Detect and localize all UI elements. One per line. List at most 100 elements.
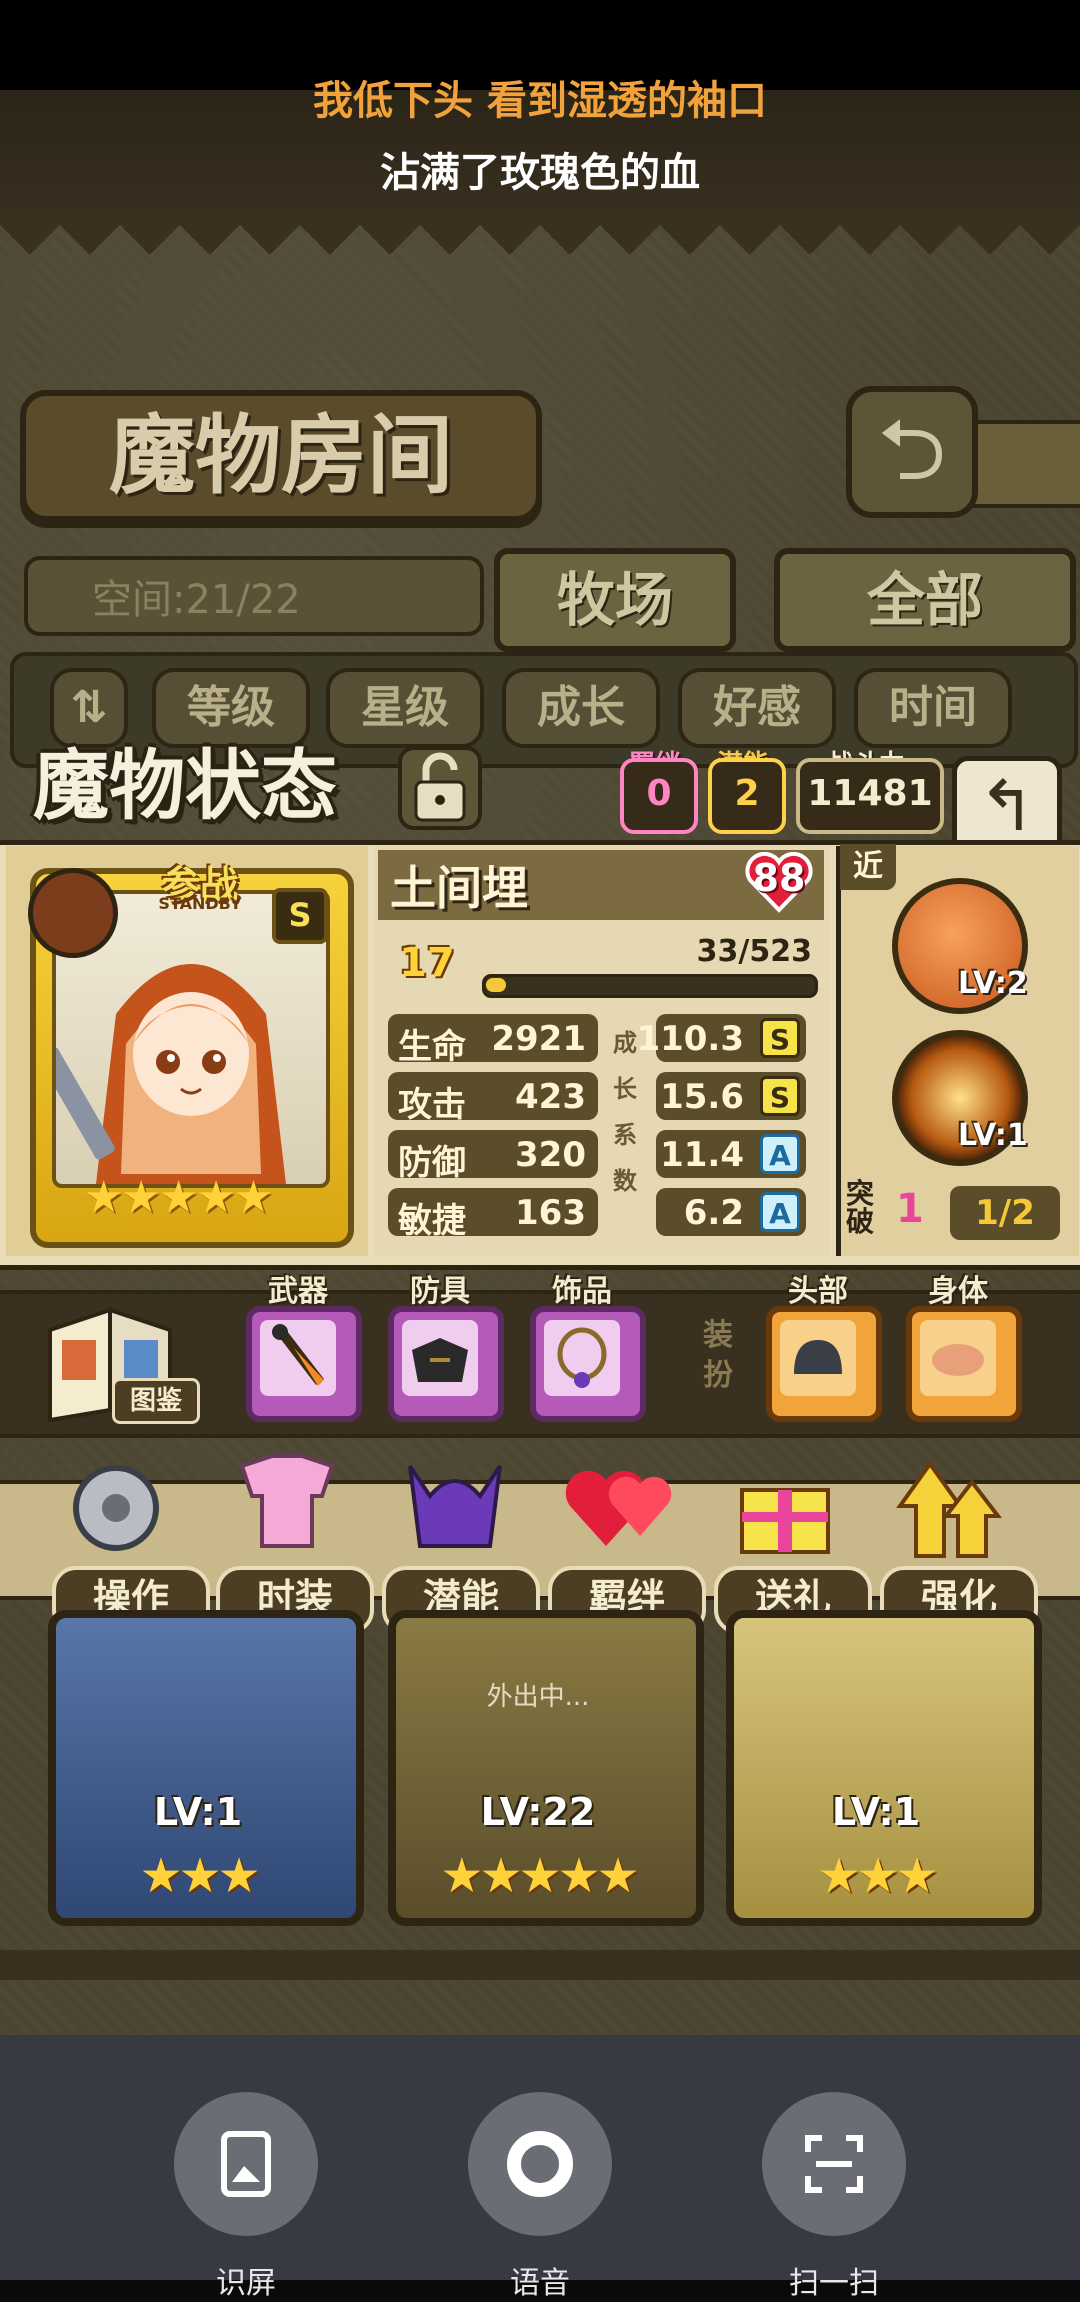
bond-hearts-icon [565,1470,672,1546]
sort-star-button[interactable]: 星级 [326,668,484,748]
break-count: 1 [896,1186,924,1232]
grade-badge: A [760,1134,800,1174]
stat-value: 423 [515,1077,586,1117]
monster-card-2-stars: ★★★★★ [440,1848,639,1904]
sort-affection-button[interactable]: 好感 [678,668,836,748]
unlock-icon[interactable] [392,740,488,836]
break-label: 突破 [846,1177,875,1238]
tab-ranch[interactable]: 牧场 [494,548,736,652]
stat-row-defense: 防御 320 [388,1130,598,1183]
grade-badge: S [760,1018,800,1058]
sort-time-button[interactable]: 时间 [854,668,1012,748]
scan-button[interactable] [762,2092,906,2236]
break-progress[interactable]: 1/2 [950,1186,1060,1240]
grade-badge: S [760,1076,800,1116]
growth-value: 15.6 [660,1077,744,1117]
card-stars: ★★★★★ [84,1172,273,1223]
return-arrow-icon[interactable]: ⮌ [846,386,978,518]
gift-icon [740,1488,830,1554]
away-status: 外出中... [486,1682,590,1712]
stat-label: 攻击 [398,1085,466,1125]
stat-row-attack: 攻击 423 [388,1072,598,1125]
armor-slot[interactable] [388,1306,504,1422]
rank-badge: S [272,888,328,944]
stat-value: 163 [515,1193,586,1233]
sword-icon [272,1324,324,1386]
space-counter: 空间:21/22 [24,556,484,636]
armor-icon [412,1338,468,1382]
scan-icon [805,2135,863,2193]
growth-coefficient-label: 成长系数 [613,1029,637,1195]
growth-row-hp: 110.3 S [636,1014,806,1062]
costume-icon [239,1454,335,1548]
monster-card-2-level: LV:22 [480,1790,596,1834]
gear-icon [73,1465,159,1551]
standby-sublabel: STANDBY [158,894,242,913]
growth-row-defense: 11.4 A [656,1130,806,1178]
lyric-line-1: 我低下头 看到湿透的袖口 [313,78,767,124]
weapon-slot[interactable] [246,1306,362,1422]
monster-card-3-stars: ★★★ [817,1848,938,1904]
class-icon [28,868,118,958]
voice-label: 语音 [510,2266,570,2301]
growth-value: 11.4 [660,1135,744,1175]
monster-card-1-level: LV:1 [153,1790,243,1834]
lyric-line-2: 沾满了玫瑰色的血 [380,150,700,196]
growth-value: 110.3 [636,1019,744,1059]
head-slot[interactable] [766,1306,882,1422]
sort-order-icon[interactable]: ⇅ [50,668,128,748]
potential-value: 2 [708,758,786,834]
body-costume-icon [932,1344,984,1376]
page-title: 魔物房间 [20,390,542,522]
screen-recognize-label: 识屏 [216,2266,276,2301]
weapon-label: 武器 [268,1274,328,1309]
affection-value: 88 [752,856,806,900]
exp-text: 33/523 [696,934,812,969]
growth-row-agility: 6.2 A [656,1188,806,1236]
grade-badge: A [760,1192,800,1232]
accessory-slot[interactable] [530,1306,646,1422]
hat-icon [794,1340,842,1374]
status-title: 魔物状态 [33,741,337,830]
stat-row-agility: 敏捷 163 [388,1188,598,1241]
stat-label: 防御 [398,1143,466,1183]
stat-value: 320 [515,1135,586,1175]
growth-value: 6.2 [683,1193,744,1233]
image-icon [221,2131,271,2197]
body-label: 身体 [928,1274,988,1309]
armor-label: 防具 [410,1274,470,1309]
skill-1-level: LV:2 [958,966,1028,1001]
screen-recognize-button[interactable] [174,2092,318,2236]
exp-bar [482,974,818,998]
bottom-frame [0,1950,1080,1980]
upgrade-arrows-icon [896,1460,1003,1558]
book-label: 图鉴 [112,1378,200,1424]
exp-bar-fill [486,978,506,992]
range-tag: 近 [840,844,896,890]
record-circle-icon [507,2131,573,2197]
growth-row-attack: 15.6 S [656,1072,806,1120]
potential-demon-icon [408,1464,502,1548]
scan-label: 扫一扫 [789,2266,879,2301]
necklace-icon [557,1327,607,1388]
voice-button[interactable] [468,2092,612,2236]
stat-label: 生命 [398,1027,466,1067]
sort-level-button[interactable]: 等级 [152,668,310,748]
stat-label: 敏捷 [398,1201,466,1241]
sort-growth-button[interactable]: 成长 [502,668,660,748]
dress-up-label: 装扮 [703,1318,733,1393]
accessory-label: 饰品 [552,1274,612,1309]
skill-2-level: LV:1 [958,1118,1028,1153]
monster-name: 土间埋 [390,861,528,915]
stat-value: 2921 [491,1019,586,1059]
monster-card-1-stars: ★★★ [139,1848,260,1904]
tab-all[interactable]: 全部 [774,548,1076,652]
body-slot[interactable] [906,1306,1022,1422]
title-strip [970,420,1080,508]
zigzag-border [0,225,1080,285]
stat-row-hp: 生命 2921 [388,1014,598,1067]
head-label: 头部 [788,1274,848,1309]
level-badge: 17 [399,940,455,986]
monster-card-3-level: LV:1 [831,1790,921,1834]
bond-value: 0 [620,758,698,834]
